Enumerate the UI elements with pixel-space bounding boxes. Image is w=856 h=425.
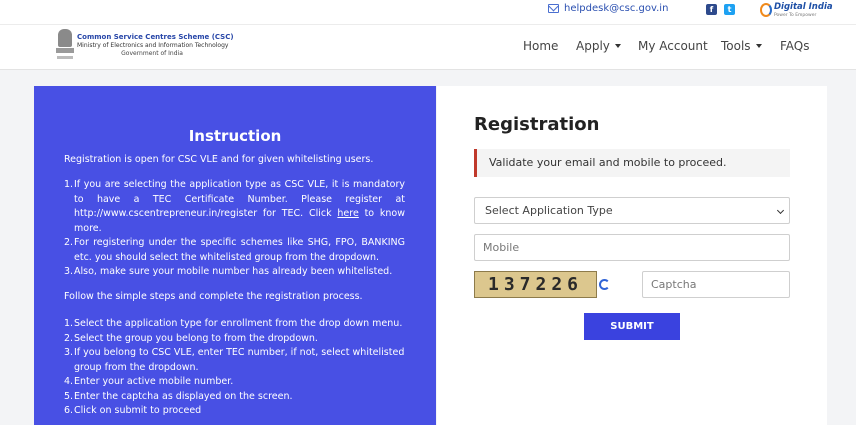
site-header: Common Service Centres Scheme (CSC) Mini…	[0, 24, 856, 70]
caret-down-icon	[614, 44, 621, 48]
list-item: 2. Select the group you belong to from th…	[64, 332, 318, 344]
nav-apply[interactable]: Apply	[576, 39, 621, 53]
twitter-icon[interactable]: t	[724, 4, 735, 15]
instruction-panel: Instruction Registration is open for CSC…	[34, 86, 436, 425]
digital-india-logo[interactable]: Digital India Power To Empower	[760, 2, 833, 20]
digital-india-icon	[760, 3, 772, 17]
captcha-input[interactable]	[642, 271, 790, 298]
refresh-captcha-icon[interactable]	[599, 279, 610, 290]
top-bar: helpdesk@csc.gov.in f t Digital India Po…	[0, 0, 856, 24]
national-emblem-logo[interactable]	[55, 29, 75, 63]
nav-home[interactable]: Home	[523, 39, 558, 53]
nav-my-account-label: My Account	[638, 39, 708, 53]
list-item: 4. Enter your active mobile number.	[64, 376, 234, 387]
list-item: 3. If you belong to CSC VLE, enter TEC nu…	[64, 347, 405, 373]
helpdesk-email-link[interactable]: helpdesk@csc.gov.in	[548, 3, 668, 14]
nav-apply-label: Apply	[576, 39, 610, 53]
list-item: 5. Enter the captcha as displayed on the …	[64, 390, 293, 402]
steps-list: 1. Select the application type for enroll…	[64, 317, 409, 419]
submit-button[interactable]: SUBMIT	[584, 313, 680, 340]
application-type-select[interactable]: Select Application Type	[474, 197, 790, 224]
instruction-intro: Registration is open for CSC VLE and for…	[64, 154, 374, 165]
org-title: Common Service Centres Scheme (CSC) Mini…	[77, 33, 234, 59]
captcha-image: 137226	[474, 271, 597, 298]
nav-faqs-label: FAQs	[780, 39, 810, 53]
mail-icon	[548, 4, 559, 13]
mobile-input[interactable]	[474, 234, 790, 261]
list-item: 1. If you are selecting the application …	[64, 179, 405, 234]
social-links: f t	[706, 4, 735, 15]
list-item: 3. Also, make sure your mobile number ha…	[64, 266, 393, 277]
list-item: 6. Click on submit to proceed	[64, 405, 202, 416]
list-item: 2. For registering under the specific sc…	[64, 237, 405, 263]
nav-faqs[interactable]: FAQs	[780, 39, 810, 53]
digital-india-tagline: Power To Empower	[774, 13, 817, 18]
validation-alert: Validate your email and mobile to procee…	[474, 149, 790, 177]
instruction-title: Instruction	[188, 127, 282, 145]
digital-india-name: Digital India	[774, 2, 833, 12]
org-name: Common Service Centres Scheme (CSC)	[77, 33, 234, 41]
nav-home-label: Home	[523, 39, 559, 53]
application-type-value: Select Application Type	[485, 204, 613, 217]
list-item: 1. Select the application type for enroll…	[64, 318, 403, 329]
nav-my-account[interactable]: My Account	[638, 39, 708, 53]
helpdesk-email[interactable]: helpdesk@csc.gov.in	[564, 3, 668, 14]
nav-tools[interactable]: Tools	[721, 39, 762, 53]
alert-text: Validate your email and mobile to procee…	[489, 156, 727, 169]
registration-title: Registration	[474, 114, 600, 135]
nav-tools-label: Tools	[721, 39, 751, 53]
steps-intro: Follow the simple steps and complete the…	[64, 291, 363, 302]
rules-list: 1. If you are selecting the application …	[64, 178, 405, 280]
chevron-down-icon	[776, 206, 785, 215]
ministry-name: Ministry of Electronics and Information …	[77, 41, 229, 49]
caret-down-icon	[755, 44, 762, 48]
tec-info-link[interactable]: here	[337, 208, 358, 219]
government-name: Government of India	[121, 50, 183, 57]
facebook-icon[interactable]: f	[706, 4, 717, 15]
